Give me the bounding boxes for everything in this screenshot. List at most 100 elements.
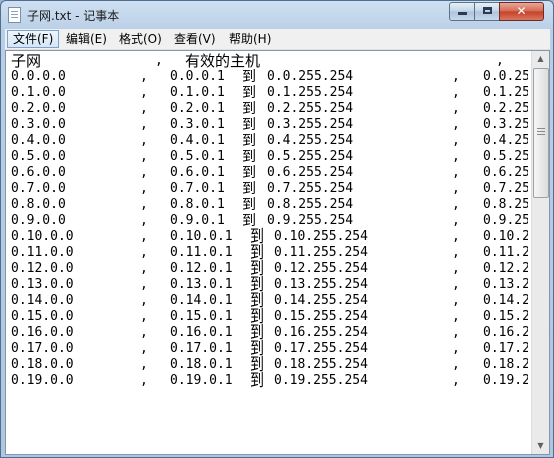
row-subnet: 0.13.0.0	[11, 277, 74, 292]
row-subnet: 0.17.0.0	[11, 341, 74, 356]
row-broadcast: 0.17.2	[483, 341, 528, 356]
row-subnet: 0.12.0.0	[11, 261, 74, 276]
row-to: 到	[242, 165, 256, 181]
row-to: 到	[242, 149, 256, 165]
row-subnet: 0.9.0.0	[11, 213, 66, 228]
text-line: 0.9.0.0, 0.9.0.1 到 0.9.255.254, 0.9.25	[9, 213, 528, 229]
text-line: 0.8.0.0, 0.8.0.1 到 0.8.255.254, 0.8.25	[9, 197, 528, 213]
document-text[interactable]: 子网 , 有效的主机 , 0.0.0.0, 0.0.0.1 到 0.0.255.254…	[9, 53, 528, 453]
menu-help[interactable]: 帮助(H)	[224, 30, 276, 48]
row-broadcast: 0.12.2	[483, 261, 528, 276]
menu-view[interactable]: 查看(V)	[169, 30, 221, 48]
text-line: 0.5.0.0, 0.5.0.1 到 0.5.255.254, 0.5.25	[9, 149, 528, 165]
row-host-start: 0.1.0.1	[170, 85, 225, 100]
row-host-end: 0.4.255.254	[267, 133, 354, 148]
row-subnet: 0.6.0.0	[11, 165, 66, 180]
row-host-end: 0.3.255.254	[267, 117, 354, 132]
header-sep2: ,	[496, 53, 504, 68]
text-line: 0.12.0.0, 0.12.0.1 到 0.12.255.254, 0.12.2	[9, 259, 528, 278]
row-separator: ,	[452, 309, 460, 324]
scroll-up-icon[interactable]: ▲	[533, 51, 548, 67]
row-separator: ,	[140, 133, 148, 148]
row-separator: ,	[452, 293, 460, 308]
row-subnet: 0.18.0.0	[11, 357, 74, 372]
title-bar[interactable]: 子网.txt - 记事本 ✕	[1, 1, 553, 29]
text-line: 0.4.0.0, 0.4.0.1 到 0.4.255.254, 0.4.25	[9, 133, 528, 149]
row-broadcast: 0.0.25	[483, 69, 528, 84]
menu-bar: 文件(F) 编辑(E) 格式(O) 查看(V) 帮助(H)	[5, 29, 550, 50]
minimize-button[interactable]	[449, 2, 475, 21]
notepad-icon[interactable]	[8, 7, 21, 23]
text-editor[interactable]: 子网 , 有效的主机 , 0.0.0.0, 0.0.0.1 到 0.0.255.254…	[5, 50, 550, 455]
row-host-start: 0.13.0.1	[170, 277, 233, 292]
row-separator: ,	[140, 341, 148, 356]
close-button[interactable]: ✕	[499, 2, 544, 21]
header-subnet: 子网	[11, 53, 42, 70]
grip-line	[537, 131, 545, 132]
row-host-end: 0.18.255.254	[274, 357, 368, 372]
row-separator: ,	[140, 245, 148, 260]
row-subnet: 0.2.0.0	[11, 101, 66, 116]
text-line: 0.11.0.0, 0.11.0.1 到 0.11.255.254, 0.11.2	[9, 243, 528, 262]
row-separator: ,	[452, 69, 460, 84]
row-broadcast: 0.6.25	[483, 165, 528, 180]
row-separator: ,	[140, 101, 148, 116]
row-broadcast: 0.4.25	[483, 133, 528, 148]
row-subnet: 0.15.0.0	[11, 309, 74, 324]
row-host-start: 0.16.0.1	[170, 325, 233, 340]
vertical-scrollbar[interactable]: ▲ ▼	[531, 51, 549, 454]
maximize-button[interactable]	[474, 2, 500, 21]
row-subnet: 0.7.0.0	[11, 181, 66, 196]
row-broadcast: 0.18.2	[483, 357, 528, 372]
header-hosts: 有效的主机	[185, 53, 261, 70]
menu-edit[interactable]: 编辑(E)	[61, 30, 112, 48]
row-separator: ,	[452, 277, 460, 292]
text-line: 0.7.0.0, 0.7.0.1 到 0.7.255.254, 0.7.25	[9, 181, 528, 197]
row-separator: ,	[452, 149, 460, 164]
row-host-start: 0.18.0.1	[170, 357, 233, 372]
row-subnet: 0.8.0.0	[11, 197, 66, 212]
text-line: 0.0.0.0, 0.0.0.1 到 0.0.255.254, 0.0.25	[9, 69, 528, 85]
row-subnet: 0.11.0.0	[11, 245, 74, 260]
row-separator: ,	[452, 213, 460, 228]
row-subnet: 0.19.0.0	[11, 373, 74, 388]
scroll-thumb[interactable]	[533, 68, 549, 198]
row-broadcast: 0.3.25	[483, 117, 528, 132]
row-separator: ,	[452, 101, 460, 116]
row-broadcast: 0.14.2	[483, 293, 528, 308]
text-line: 0.16.0.0, 0.16.0.1 到 0.16.255.254, 0.16.2	[9, 323, 528, 342]
row-to: 到	[242, 197, 256, 213]
row-separator: ,	[452, 197, 460, 212]
row-host-end: 0.10.255.254	[274, 229, 368, 244]
row-separator: ,	[140, 69, 148, 84]
row-host-start: 0.11.0.1	[170, 245, 233, 260]
row-separator: ,	[452, 133, 460, 148]
row-broadcast: 0.10.2	[483, 229, 528, 244]
row-to: 到	[242, 69, 256, 85]
row-broadcast: 0.9.25	[483, 213, 528, 228]
row-separator: ,	[452, 357, 460, 372]
row-separator: ,	[452, 165, 460, 180]
row-host-start: 0.3.0.1	[170, 117, 225, 132]
row-broadcast: 0.15.2	[483, 309, 528, 324]
row-host-start: 0.19.0.1	[170, 373, 233, 388]
row-host-end: 0.6.255.254	[267, 165, 354, 180]
row-host-end: 0.5.255.254	[267, 149, 354, 164]
row-separator: ,	[452, 341, 460, 356]
row-broadcast: 0.5.25	[483, 149, 528, 164]
scroll-down-icon[interactable]: ▼	[533, 438, 548, 454]
menu-file[interactable]: 文件(F)	[7, 30, 60, 48]
grip-line	[537, 134, 545, 135]
row-host-start: 0.2.0.1	[170, 101, 225, 116]
row-separator: ,	[140, 117, 148, 132]
text-line: 0.13.0.0, 0.13.0.1 到 0.13.255.254, 0.13.2	[9, 275, 528, 294]
row-separator: ,	[140, 261, 148, 276]
row-host-start: 0.4.0.1	[170, 133, 225, 148]
text-line: 0.10.0.0, 0.10.0.1 到 0.10.255.254, 0.10.2	[9, 227, 528, 246]
row-host-start: 0.12.0.1	[170, 261, 233, 276]
row-to: 到	[250, 371, 264, 391]
menu-format[interactable]: 格式(O)	[114, 30, 167, 48]
notepad-window: 子网.txt - 记事本 ✕ 文件(F) 编辑(E) 格式(O) 查看(V) 帮…	[0, 0, 554, 458]
row-separator: ,	[140, 325, 148, 340]
minimize-icon	[457, 12, 467, 15]
